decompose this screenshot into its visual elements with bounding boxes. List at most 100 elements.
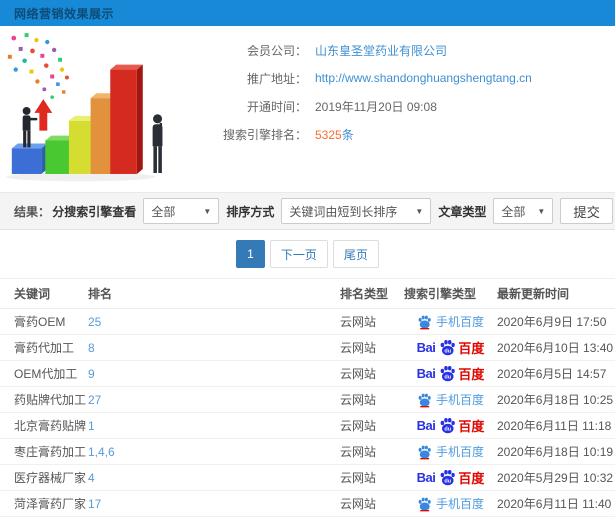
promo-url-row: 推广地址： http://www.shandonghuangshengtang.… (195, 64, 615, 92)
updated-cell: 2020年6月5日 14:57 (497, 360, 615, 387)
baidu-pc-badge: Bai du 百度 (416, 417, 485, 434)
mobile-baidu-badge: 手机百度 (417, 391, 484, 408)
rank-type-cell: 云网站 (340, 360, 404, 387)
rank-type-cell: 云网站 (340, 464, 404, 491)
bar-red (110, 64, 143, 174)
confetti-dots (7, 33, 69, 99)
baidu-paw-icon: du (439, 365, 456, 382)
chevron-down-icon: ▼ (537, 206, 546, 216)
open-time-label: 开通时间： (246, 99, 307, 114)
mobile-baidu-badge: 手机百度 (417, 443, 484, 460)
col-rank-type: 排名类型 (340, 278, 404, 309)
table-row: 膏药OEM 25 云网站 手机百度 2020年6月9日 17:50 (0, 308, 615, 335)
svg-text:du: du (445, 348, 452, 354)
next-page-button[interactable]: 下一页 (269, 240, 328, 268)
rank-link[interactable]: 4 (88, 471, 95, 485)
table-row: 医疗器械厂家 4 云网站 Bai du 百度 2020年5月29日 10:32 (0, 464, 615, 491)
col-keyword: 关键词 (0, 278, 88, 309)
engine-filter-label: 分搜索引擎查看 (52, 204, 137, 219)
keyword-cell: 枣庄膏药加工 (0, 438, 88, 465)
baidu-pc-badge: Bai du 百度 (416, 339, 485, 356)
col-updated: 最新更新时间 (497, 278, 615, 309)
bar-growth-graphic (5, 33, 163, 182)
sort-filter-label: 排序方式 (226, 204, 275, 219)
rank-link[interactable]: 27 (88, 393, 101, 407)
svg-text:du: du (445, 374, 452, 380)
last-page-button[interactable]: 尾页 (332, 240, 379, 268)
updated-cell: 2020年6月11日 11:18 (497, 412, 615, 439)
growth-chart-illustration (0, 28, 192, 188)
promo-url-label: 推广地址： (246, 71, 307, 86)
member-company-link[interactable]: 山东皇圣堂药业有限公司 (315, 42, 447, 59)
baidu-paw-icon (417, 496, 432, 511)
rank-link[interactable]: 8 (88, 341, 95, 355)
open-time-value: 2019年11月20日 09:08 (315, 99, 437, 114)
rank-link[interactable]: 9 (88, 367, 95, 381)
baidu-paw-icon: du (439, 339, 456, 356)
baidu-paw-icon: du (439, 469, 456, 486)
engine-rank-value: 5325条 (315, 126, 354, 143)
updated-cell: 2020年6月10日 13:40 (497, 334, 615, 361)
updated-cell: 2020年5月29日 10:32 (497, 464, 615, 491)
app-header: 网络营销效果展示 (0, 0, 615, 26)
svg-text:du: du (445, 478, 452, 484)
keyword-cell: 菏泽膏药厂家 (0, 490, 88, 517)
baidu-pc-badge: Bai du 百度 (416, 469, 485, 486)
filter-controls: 分搜索引擎查看 全部 ▼ 排序方式 关键词由短到长排序 ▼ 文章类型 全部 ▼ … (52, 198, 613, 224)
baidu-paw-icon: du (439, 417, 456, 434)
rank-type-cell: 云网站 (340, 386, 404, 413)
rank-link[interactable]: 17 (88, 497, 101, 511)
results-table: 关键词 排名 排名类型 搜索引擎类型 最新更新时间 膏药OEM 25 云网站 手… (0, 278, 615, 517)
businessman-left-icon (22, 107, 38, 148)
table-row: 膏药代加工 8 云网站 Bai du 百度 2020年6月10日 13:40 (0, 334, 615, 361)
mobile-baidu-badge: 手机百度 (417, 313, 484, 330)
account-info-list: 会员公司： 山东皇圣堂药业有限公司 推广地址： http://www.shand… (195, 26, 615, 148)
engine-filter-select[interactable]: 全部 ▼ (143, 198, 220, 224)
table-row: 北京膏药贴牌 1 云网站 Bai du 百度 2020年6月11日 11:18 (0, 412, 615, 439)
table-header-row: 关键词 排名 排名类型 搜索引擎类型 最新更新时间 (0, 278, 615, 309)
rank-link[interactable]: 25 (88, 315, 101, 329)
keyword-cell: 膏药OEM (0, 308, 88, 335)
member-company-label: 会员公司： (246, 43, 307, 58)
rank-type-cell: 云网站 (340, 438, 404, 465)
page-title: 网络营销效果展示 (14, 6, 115, 21)
rank-type-cell: 云网站 (340, 308, 404, 335)
rank-link[interactable]: 1,4,6 (88, 445, 115, 459)
engine-rank-row: 搜索引擎排名： 5325条 (195, 120, 615, 148)
keyword-cell: 北京膏药贴牌 (0, 412, 88, 439)
baidu-paw-icon (417, 444, 432, 459)
table-row: 菏泽膏药厂家 17 云网站 手机百度 2020年6月11日 11:40 (0, 490, 615, 517)
rank-type-cell: 云网站 (340, 412, 404, 439)
table-row: 药贴牌代加工 27 云网站 手机百度 2020年6月18日 10:25 (0, 386, 615, 413)
keyword-cell: 医疗器械厂家 (0, 464, 88, 491)
promo-url-link[interactable]: http://www.shandonghuangshengtang.cn (315, 71, 532, 85)
article-type-value: 全部 (501, 204, 526, 219)
result-filter-bar: 结果： 分搜索引擎查看 全部 ▼ 排序方式 关键词由短到长排序 ▼ 文章类型 全… (0, 192, 615, 230)
rank-unit: 条 (341, 127, 354, 142)
article-type-select[interactable]: 全部 ▼ (493, 198, 554, 224)
rank-type-cell: 云网站 (340, 490, 404, 517)
chevron-down-icon: ▼ (203, 206, 212, 216)
baidu-pc-badge: Bai du 百度 (416, 365, 485, 382)
col-engine-type: 搜索引擎类型 (404, 278, 497, 309)
up-arrow-icon (34, 99, 53, 131)
businessman-right-icon (152, 114, 163, 173)
page-1-button[interactable]: 1 (236, 240, 265, 268)
keyword-cell: 膏药代加工 (0, 334, 88, 361)
svg-text:du: du (445, 426, 452, 432)
engine-filter-value: 全部 (151, 204, 176, 219)
rank-link[interactable]: 1 (88, 419, 95, 433)
baidu-paw-icon (417, 392, 432, 407)
updated-cell: 2020年6月11日 11:40 (497, 490, 615, 517)
rank-count: 5325 (315, 127, 342, 142)
sort-filter-select[interactable]: 关键词由短到长排序 ▼ (281, 198, 432, 224)
submit-button[interactable]: 提交 (560, 198, 613, 224)
table-row: OEM代加工 9 云网站 Bai du 百度 2020年6月5日 14:57 (0, 360, 615, 387)
sort-filter-value: 关键词由短到长排序 (289, 204, 398, 219)
updated-cell: 2020年6月18日 10:25 (497, 386, 615, 413)
pagination: 1 下一页 尾页 (0, 230, 615, 278)
mobile-baidu-badge: 手机百度 (417, 495, 484, 512)
account-info-panel: 会员公司： 山东皇圣堂药业有限公司 推广地址： http://www.shand… (0, 26, 615, 192)
col-rank: 排名 (88, 278, 340, 309)
engine-rank-label: 搜索引擎排名： (222, 127, 307, 142)
